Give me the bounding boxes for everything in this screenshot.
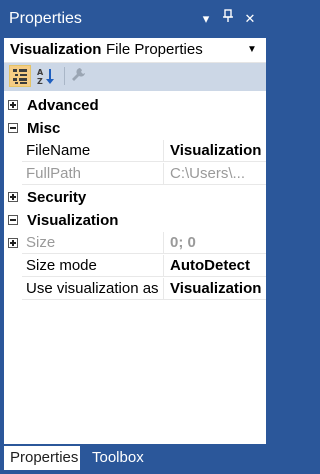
expand-icon[interactable] (8, 100, 18, 110)
property-name[interactable]: Size (22, 232, 164, 254)
window-title: Properties (9, 10, 82, 27)
expand-icon[interactable] (8, 238, 18, 248)
pin-icon[interactable] (220, 9, 236, 29)
property-value[interactable]: C:\Users\... (164, 163, 266, 185)
menu-dropdown-icon[interactable]: ▾ (198, 9, 214, 29)
property-value[interactable]: AutoDetect (164, 255, 266, 277)
property-value[interactable]: 0; 0 (164, 232, 266, 254)
title-bar: Properties ▾ ✕ (0, 0, 270, 38)
property-row-fullpath[interactable]: FullPath C:\Users\... (4, 163, 266, 186)
category-label: Advanced (27, 97, 99, 114)
category-label: Security (27, 189, 87, 206)
pin-icon-graphic (223, 9, 233, 22)
property-value[interactable]: Visualization (164, 140, 266, 162)
object-selector[interactable]: Visualization File Properties ▼ (4, 38, 266, 63)
properties-toolbar: A Z (4, 63, 266, 91)
category-security[interactable]: Security (4, 186, 266, 209)
svg-text:A: A (37, 68, 44, 77)
object-type: File Properties (106, 41, 203, 58)
properties-panel: Visualization File Properties ▼ A Z Adva… (4, 38, 266, 444)
property-name[interactable]: FileName (22, 140, 164, 162)
svg-text:Z: Z (37, 77, 43, 86)
property-name[interactable]: FullPath (22, 163, 164, 185)
expand-icon[interactable] (8, 192, 18, 202)
property-value[interactable]: Visualization (164, 278, 266, 300)
property-row-use-visualization-as[interactable]: Use visualization as Visualization (4, 278, 266, 301)
property-name[interactable]: Use visualization as (22, 278, 164, 300)
tab-properties[interactable]: Properties (4, 446, 80, 470)
chevron-down-icon[interactable]: ▼ (247, 40, 257, 60)
property-name[interactable]: Size mode (22, 255, 164, 277)
close-icon[interactable]: ✕ (242, 9, 258, 29)
toolbar-separator (64, 67, 65, 85)
object-name: Visualization (10, 41, 102, 58)
collapse-icon[interactable] (8, 215, 18, 225)
collapse-icon[interactable] (8, 123, 18, 133)
tab-toolbox[interactable]: Toolbox (86, 446, 150, 470)
category-misc[interactable]: Misc (4, 117, 266, 140)
property-row-filename[interactable]: FileName Visualization (4, 140, 266, 163)
property-row-size-mode[interactable]: Size mode AutoDetect (4, 255, 266, 278)
bottom-tabs: Properties Toolbox (0, 444, 270, 474)
category-label: Visualization (27, 212, 119, 229)
category-label: Misc (27, 120, 61, 137)
alphabetical-icon[interactable]: A Z (35, 65, 57, 87)
property-pages-icon[interactable] (68, 65, 90, 87)
categorized-icon[interactable] (9, 65, 31, 87)
property-row-size[interactable]: Size 0; 0 (4, 232, 266, 255)
category-visualization[interactable]: Visualization (4, 209, 266, 232)
category-advanced[interactable]: Advanced (4, 94, 266, 117)
